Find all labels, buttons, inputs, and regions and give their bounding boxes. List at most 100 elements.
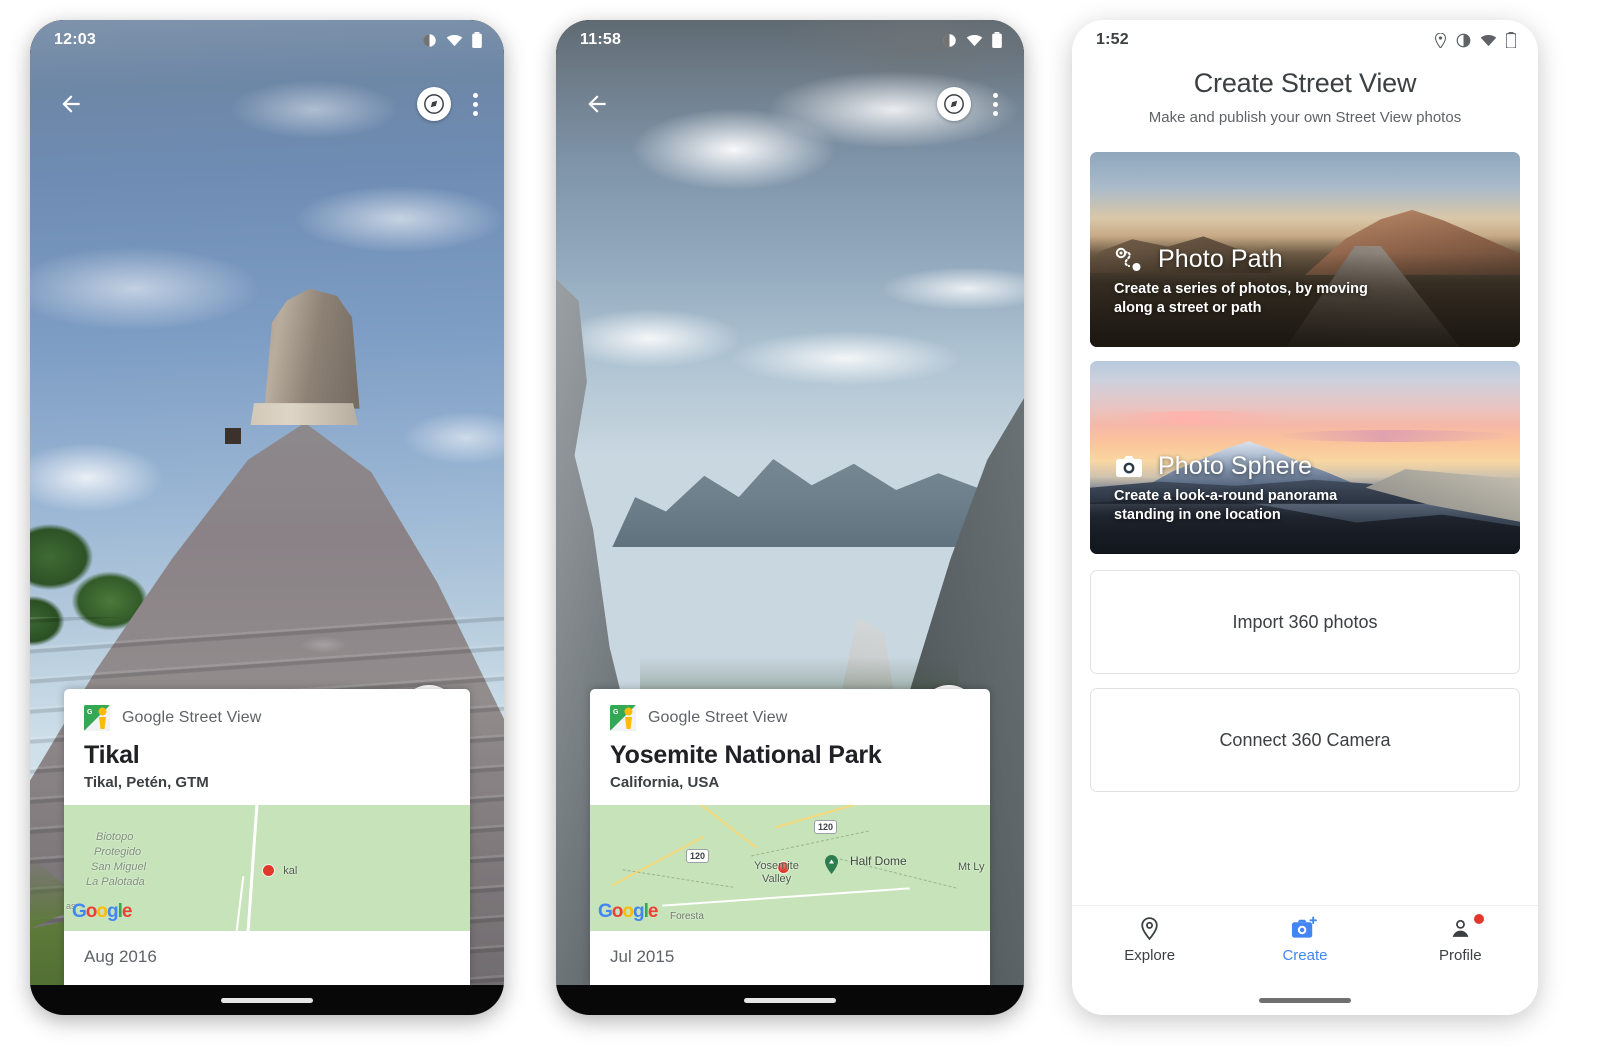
- home-indicator[interactable]: [221, 997, 313, 1003]
- map-label: Protegido: [94, 846, 142, 858]
- map-label: Half Dome: [850, 854, 907, 868]
- status-time: 11:58: [580, 31, 622, 48]
- home-indicator[interactable]: [1259, 997, 1351, 1003]
- poi-pin-icon: [824, 855, 839, 875]
- battery-icon: [1506, 32, 1516, 48]
- overflow-menu-button[interactable]: [467, 87, 484, 122]
- back-button[interactable]: [578, 85, 616, 123]
- google-attribution: Google: [598, 901, 658, 922]
- phone-mockup-yosemite: 11:58 G Google Street View Yosemite Nati…: [556, 20, 1024, 1015]
- google-attribution: Google: [72, 901, 132, 922]
- photo-sphere-card[interactable]: Photo Sphere Create a look-a-round panor…: [1090, 361, 1520, 554]
- back-arrow-icon: [62, 95, 80, 113]
- capture-date: Aug 2016: [84, 947, 157, 966]
- nav-profile[interactable]: Profile: [1405, 914, 1515, 964]
- nav-create[interactable]: Create: [1250, 916, 1360, 964]
- capture-date: Jul 2015: [610, 947, 675, 966]
- screenshot-stage: 12:03 G Google Street View Tikal Tikal, …: [0, 0, 1600, 1059]
- place-title: Yosemite National Park: [610, 741, 882, 769]
- location-pin-icon: [1141, 917, 1158, 941]
- photo-path-card[interactable]: Photo Path Create a series of photos, by…: [1090, 152, 1520, 347]
- app-bar-actions: [937, 87, 1004, 122]
- compass-icon: [944, 94, 964, 114]
- phone-screen-yosemite: 11:58 G Google Street View Yosemite Nati…: [556, 20, 1024, 1015]
- camera-add-icon: [1292, 916, 1318, 938]
- nav-explore-label: Explore: [1124, 947, 1176, 964]
- svg-text:G: G: [613, 709, 619, 716]
- temple-band: [250, 403, 358, 426]
- photo-sphere-text: Photo Sphere Create a look-a-round panor…: [1114, 452, 1500, 526]
- map-label: La Palotada: [86, 876, 145, 888]
- status-time: 12:03: [54, 31, 96, 48]
- photo-path-desc: Create a series of photos, by moving alo…: [1114, 280, 1368, 317]
- connect-360-camera-button[interactable]: Connect 360 Camera: [1090, 688, 1520, 792]
- compass-button[interactable]: [417, 87, 451, 121]
- nav-explore[interactable]: Explore: [1095, 916, 1205, 964]
- street-view-logo-icon: G: [610, 705, 636, 731]
- import-360-photos-button[interactable]: Import 360 photos: [1090, 570, 1520, 674]
- photo-path-text: Photo Path Create a series of photos, by…: [1114, 245, 1500, 319]
- home-indicator[interactable]: [744, 997, 836, 1003]
- status-bar: 1:52: [1072, 20, 1538, 60]
- sunset-cloud: [1279, 430, 1512, 443]
- compass-button[interactable]: [937, 87, 971, 121]
- phone-screen-tikal: 12:03 G Google Street View Tikal Tikal, …: [30, 20, 504, 1015]
- mini-map[interactable]: Biotopo Protegido San Miguel La Palotada…: [64, 805, 470, 931]
- overflow-menu-button[interactable]: [987, 87, 1004, 122]
- dnd-icon: [1456, 33, 1471, 47]
- status-icons: [422, 32, 482, 48]
- place-title: Tikal: [84, 741, 140, 769]
- map-label: Foresta: [670, 911, 704, 922]
- brand-row: G Google Street View: [590, 689, 990, 731]
- person-icon: [1452, 919, 1469, 937]
- status-icons: [942, 32, 1002, 48]
- app-bar: [556, 72, 1024, 136]
- phone-screen-create: 1:52 Create Street View Make and publish…: [1072, 20, 1538, 1015]
- highway-shield: 120: [686, 849, 710, 864]
- highway-shield: 120: [814, 820, 838, 835]
- nav-profile-label: Profile: [1439, 947, 1482, 964]
- status-bar: 12:03: [30, 20, 504, 60]
- back-button[interactable]: [52, 85, 90, 123]
- place-subtitle: California, USA: [610, 774, 720, 791]
- photo-path-title: Photo Path: [1158, 245, 1283, 274]
- dnd-icon: [423, 33, 436, 47]
- create-options: Photo Path Create a series of photos, by…: [1072, 126, 1538, 554]
- place-info-card[interactable]: G Google Street View Tikal Tikal, Petén,…: [64, 689, 470, 985]
- photo-sphere-heading: Photo Sphere: [1114, 452, 1500, 482]
- app-bar-actions: [417, 87, 484, 122]
- gesture-bar-area: [30, 985, 504, 1015]
- location-icon: [1434, 32, 1447, 48]
- back-arrow-icon: [588, 95, 606, 113]
- sunset-cloud: [1107, 411, 1297, 425]
- dnd-icon: [943, 33, 956, 47]
- place-info-card[interactable]: G Google Street View Yosemite National P…: [590, 689, 990, 985]
- status-icons: [1434, 32, 1516, 48]
- more-vert-icon: [473, 92, 478, 98]
- bottom-navigation: Explore Create Profile: [1072, 905, 1538, 985]
- map-label: Biotopo: [96, 831, 134, 843]
- brand-label: Google Street View: [648, 709, 788, 726]
- page-subtitle: Make and publish your own Street View ph…: [1148, 109, 1462, 126]
- battery-icon: [472, 32, 482, 48]
- map-label: Mt Ly: [958, 861, 985, 873]
- temple-doorway: [225, 427, 241, 444]
- mini-map[interactable]: 120 120 Yosemite Valley Half Dome Mt Ly …: [590, 805, 990, 931]
- app-bar: [30, 72, 504, 136]
- svg-text:G: G: [87, 709, 93, 716]
- camera-icon: [1116, 455, 1142, 477]
- map-label: Yosemite: [754, 860, 799, 872]
- gesture-bar-area: [556, 985, 1024, 1015]
- status-time: 1:52: [1096, 31, 1129, 48]
- photo-sphere-desc: Create a look-a-round panorama standing …: [1114, 487, 1338, 524]
- place-subtitle: Tikal, Petén, GTM: [84, 774, 209, 791]
- profile-notification-badge: [1474, 914, 1485, 924]
- photo-path-icon: [1115, 247, 1141, 271]
- nav-create-label: Create: [1282, 947, 1328, 964]
- more-vert-icon: [993, 92, 998, 98]
- brand-row: G Google Street View: [64, 689, 470, 731]
- compass-icon: [424, 94, 444, 114]
- photo-sphere-title: Photo Sphere: [1158, 452, 1313, 481]
- map-label: San Miguel: [91, 861, 147, 873]
- map-label: Valley: [762, 873, 792, 885]
